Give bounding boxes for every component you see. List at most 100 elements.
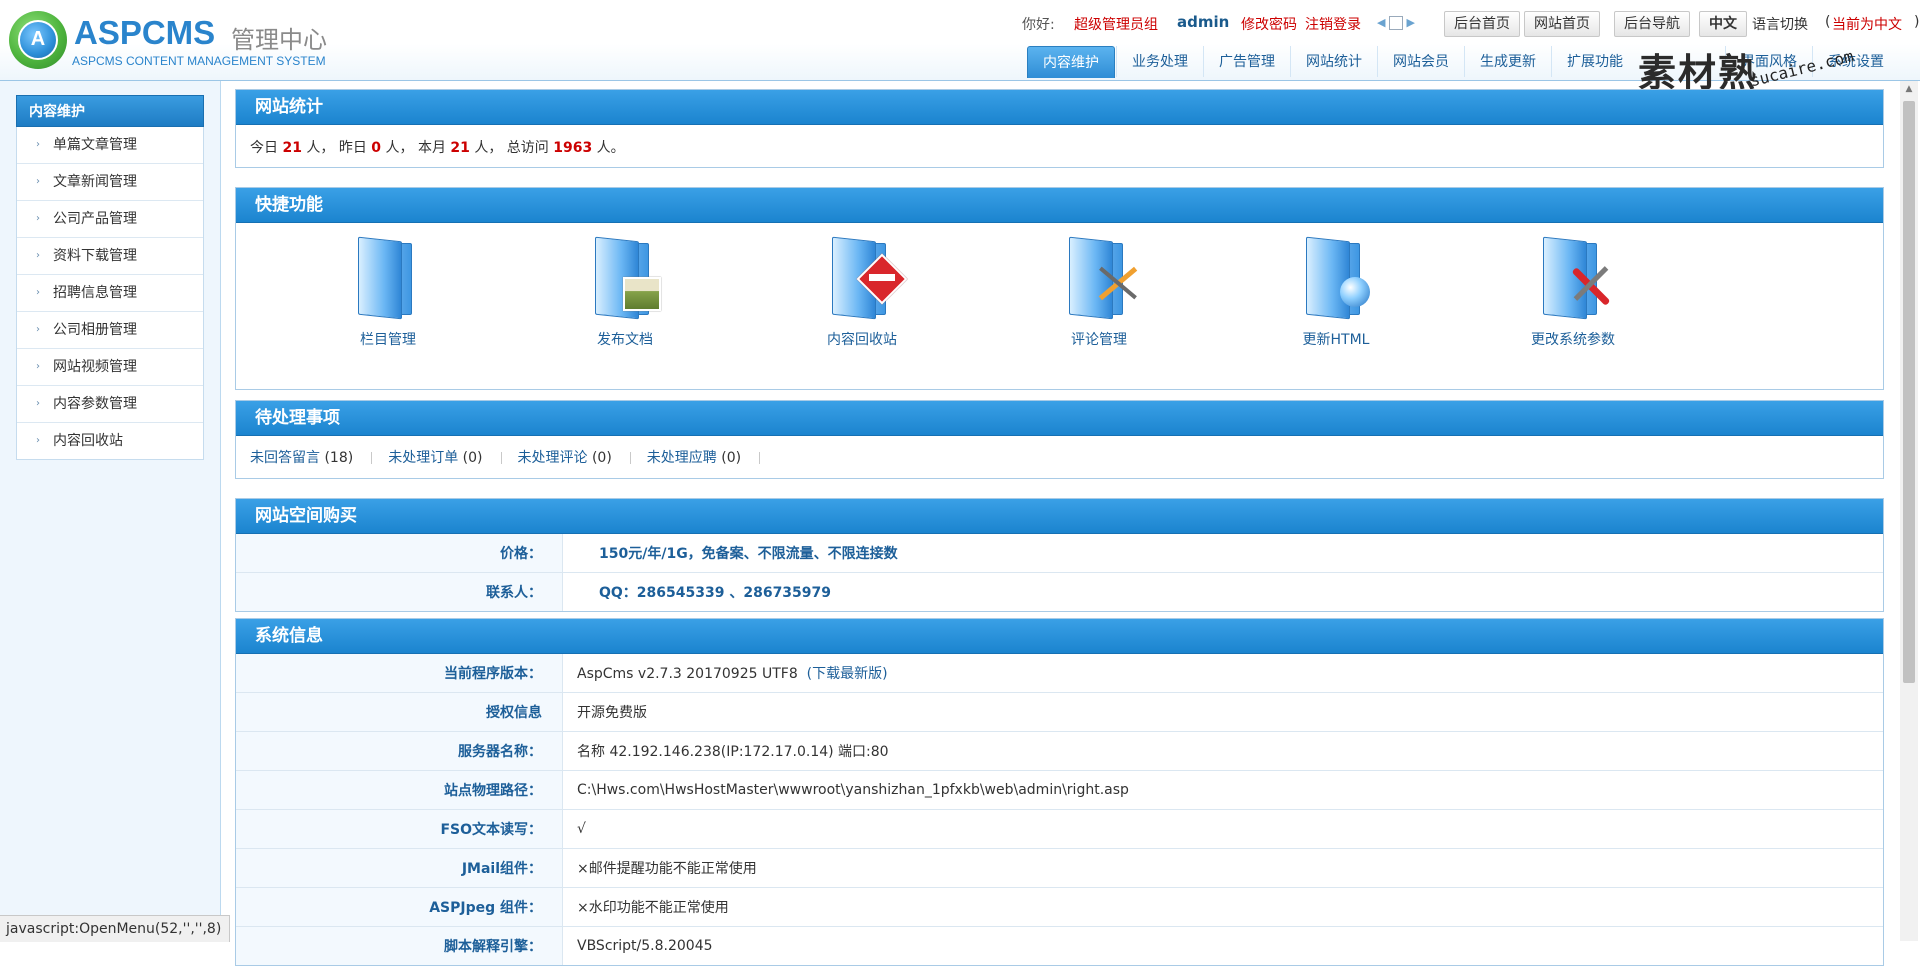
license-value: 开源免费版 [562,692,1883,732]
sysinfo-title: 系统信息 [236,619,1883,654]
sidebar-header: 内容维护 [16,95,204,127]
folder-tools-icon [1533,236,1613,321]
quick-comments[interactable]: 评论管理 [1019,236,1179,349]
change-password-link[interactable]: 修改密码 [1241,14,1297,34]
chevron-right-icon: › [36,435,40,446]
quick-system-params[interactable]: 更改系统参数 [1493,236,1653,349]
stats-title: 网站统计 [236,90,1883,125]
chinese-language-button[interactable]: 中文 [1699,11,1747,37]
tab-content[interactable]: 内容维护 [1027,46,1115,78]
sysinfo-panel: 系统信息 当前程序版本： AspCms v2.7.3 20170925 UTF8… [235,618,1884,966]
sidebar-item-videos[interactable]: › 网站视频管理 [17,348,203,385]
admin-home-button[interactable]: 后台首页 [1444,11,1520,37]
sysinfo-table: 当前程序版本： AspCms v2.7.3 20170925 UTF8 (下载最… [236,654,1883,965]
scroll-up-arrow-icon[interactable]: ▲ [1900,81,1918,97]
sidebar-menu: › 单篇文章管理 › 文章新闻管理 › 公司产品管理 › 资料下载管理 › 招聘信息管理 … [16,127,204,460]
table-row: FSO文本读写： √ [236,809,1883,849]
table-row: 站点物理路径： C:\Hws.com\HwsHostMaster\wwwroot… [236,770,1883,810]
logo-english: ASPCMS CONTENT MANAGEMENT SYSTEM [72,54,326,68]
hosting-table: 价格： 150元/年/1G，免备案、不限流量、不限连接数 联系人： QQ：286… [236,534,1883,611]
divider [371,452,373,464]
tab-business[interactable]: 业务处理 [1116,46,1203,77]
sidebar-item-jobs[interactable]: › 招聘信息管理 [17,274,203,311]
prev-arrow-icon[interactable]: ◀ [1377,16,1385,29]
divider [759,452,761,464]
tab-generate[interactable]: 生成更新 [1464,46,1551,77]
hosting-title: 网站空间购买 [236,499,1883,534]
contact-label: 联系人： [236,572,563,611]
tab-ads[interactable]: 广告管理 [1203,46,1290,77]
quick-recycle-bin[interactable]: 内容回收站 [782,236,942,349]
pending-applications-link[interactable]: 未处理应聘 (0) [647,450,741,466]
pending-list: 未回答留言 (18) 未处理订单 (0) 未处理评论 (0) 未处理应聘 (0) [236,436,1883,478]
fso-value: √ [562,809,1883,849]
sidebar-item-news[interactable]: › 文章新闻管理 [17,163,203,200]
sidebar: 内容维护 › 单篇文章管理 › 文章新闻管理 › 公司产品管理 › 资料下载管理 › 招聘… [0,81,221,941]
price-value: 150元/年/1G，免备案、不限流量、不限连接数 [599,546,898,562]
aspjpeg-value: ×水印功能不能正常使用 [562,887,1883,927]
pending-messages-link[interactable]: 未回答留言 (18) [250,450,353,466]
quick-title: 快捷功能 [236,188,1883,223]
script-engine-label: 脚本解释引擎： [236,926,563,965]
language-current: 当前为中文 [1832,17,1902,33]
license-label: 授权信息 [236,692,563,732]
download-latest-link[interactable]: (下载最新版) [807,666,888,682]
greeting: 你好: [1022,17,1055,33]
pending-panel: 待处理事项 未回答留言 (18) 未处理订单 (0) 未处理评论 (0) 未处理应聘 … [235,400,1884,479]
tab-statistics[interactable]: 网站统计 [1290,46,1377,77]
folder-stop-icon [822,236,908,321]
watermark-en: sucaire.com [1748,46,1856,91]
logout-link[interactable]: 注销登录 [1305,14,1361,34]
sidebar-item-single-article[interactable]: › 单篇文章管理 [17,127,203,163]
stats-summary: 今日 21 人， 昨日 0 人， 本月 21 人， 总访问 1963 人。 [250,140,625,156]
sidebar-item-products[interactable]: › 公司产品管理 [17,200,203,237]
vertical-scrollbar[interactable]: ▲ [1900,81,1918,941]
sidebar-item-recycle[interactable]: › 内容回收站 [17,422,203,459]
toolbar-arrows[interactable]: ◀ ▶ [1377,16,1415,30]
quick-publish-doc[interactable]: 发布文档 [545,236,705,349]
folder-pencil-icon [1059,236,1139,321]
jmail-value: ×邮件提醒功能不能正常使用 [562,848,1883,888]
chevron-right-icon: › [36,176,40,187]
site-path-value: C:\Hws.com\HwsHostMaster\wwwroot\yanshiz… [562,770,1883,810]
jmail-label: JMail组件： [236,848,563,888]
chevron-right-icon: › [36,361,40,372]
pending-comments-link[interactable]: 未处理评论 (0) [518,450,612,466]
chevron-right-icon: › [36,398,40,409]
chevron-right-icon: › [36,213,40,224]
sidebar-item-downloads[interactable]: › 资料下载管理 [17,237,203,274]
logo-subtitle: 管理中心 [231,26,327,54]
stats-panel: 网站统计 今日 21 人， 昨日 0 人， 本月 21 人， 总访问 1963 … [235,89,1884,168]
user-role: 超级管理员组 [1074,17,1158,33]
hosting-panel: 网站空间购买 价格： 150元/年/1G，免备案、不限流量、不限连接数 联系人：… [235,498,1884,612]
admin-nav-button[interactable]: 后台导航 [1614,11,1690,37]
scroll-thumb[interactable] [1903,101,1915,683]
chevron-right-icon: › [36,287,40,298]
language-paren-open: ( [1825,14,1831,30]
table-row: 服务器名称： 名称 42.192.146.238(IP:172.17.0.14)… [236,731,1883,771]
sidebar-item-albums[interactable]: › 公司相册管理 [17,311,203,348]
table-row: 授权信息 开源免费版 [236,692,1883,732]
divider [500,452,502,464]
sidebar-item-params[interactable]: › 内容参数管理 [17,385,203,422]
table-row: JMail组件： ×邮件提醒功能不能正常使用 [236,848,1883,888]
quick-column-manage[interactable]: 栏目管理 [308,236,468,349]
table-row: 当前程序版本： AspCms v2.7.3 20170925 UTF8 (下载最… [236,654,1883,693]
site-home-button[interactable]: 网站首页 [1524,11,1600,37]
browser-status-bar: javascript:OpenMenu(52,'','',8) [0,915,231,942]
next-arrow-icon[interactable]: ▶ [1406,16,1414,29]
contact-value: QQ：286545339 、286735979 [562,572,1883,611]
toggle-box-icon[interactable] [1388,16,1403,30]
pending-title: 待处理事项 [236,401,1883,436]
version-value: AspCms v2.7.3 20170925 UTF8 [577,666,798,682]
divider [629,452,631,464]
tab-members[interactable]: 网站会员 [1377,46,1464,77]
tab-extensions[interactable]: 扩展功能 [1551,46,1638,77]
quick-update-html[interactable]: 更新HTML [1256,236,1416,349]
chevron-right-icon: › [36,139,40,150]
visits-today: 21 [282,140,302,156]
quick-panel: 快捷功能 栏目管理 发布文档 内容回收站 评论管理 更新HTML 更改系统参数 [235,187,1884,390]
pending-orders-link[interactable]: 未处理订单 (0) [388,450,482,466]
visits-month: 21 [450,140,470,156]
table-row: 脚本解释引擎： VBScript/5.8.20045 [236,926,1883,965]
